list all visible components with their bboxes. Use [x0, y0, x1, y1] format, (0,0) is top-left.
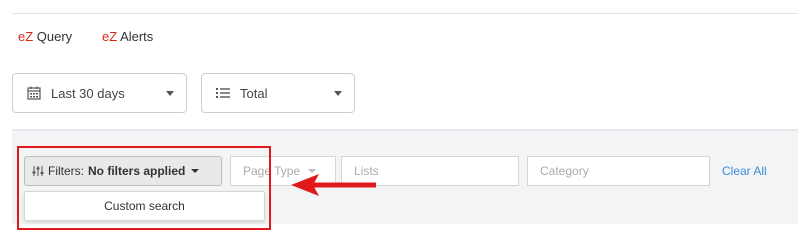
annotation-arrow [291, 174, 376, 196]
